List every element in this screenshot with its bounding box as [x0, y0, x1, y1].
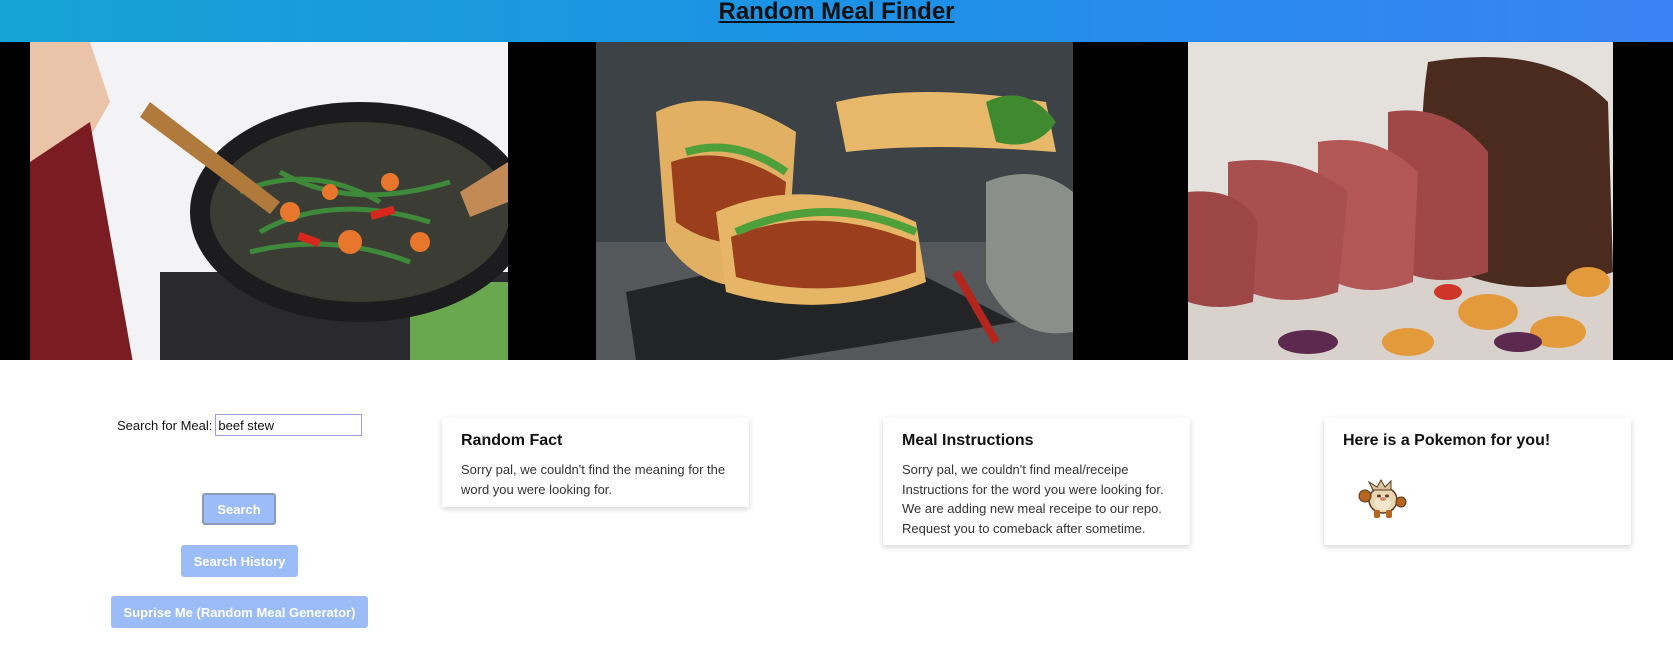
pokemon-sprite-icon	[1353, 472, 1409, 522]
stir-fry-wok-photo	[30, 42, 508, 360]
search-history-button[interactable]: Search History	[181, 545, 298, 577]
search-input[interactable]	[215, 414, 363, 436]
random-fact-title: Random Fact	[461, 432, 563, 449]
search-panel: Search for Meal: Search Search History S…	[0, 360, 420, 645]
search-button[interactable]: Search	[202, 493, 276, 525]
meal-instructions-body: Sorry pal, we couldn't find meal/receipe…	[902, 462, 1164, 536]
search-label: Search for Meal:	[117, 417, 213, 433]
surprise-me-button[interactable]: Suprise Me (Random Meal Generator)	[111, 596, 368, 628]
meal-instructions-title: Meal Instructions	[902, 432, 1034, 449]
hero-banner	[0, 42, 1673, 360]
pokemon-card-title: Here is a Pokemon for you!	[1343, 432, 1551, 449]
search-row: Search for Meal:	[117, 414, 363, 436]
random-fact-card: Random Fact Sorry pal, we couldn't find …	[442, 418, 749, 507]
roast-beef-photo	[1188, 42, 1613, 360]
random-fact-body: Sorry pal, we couldn't find the meaning …	[461, 462, 726, 497]
page-title: Random Meal Finder	[718, 0, 955, 25]
app-header: Random Meal Finder	[0, 0, 1673, 42]
banh-mi-sandwich-photo	[596, 42, 1073, 360]
meal-instructions-card: Meal Instructions Sorry pal, we couldn't…	[883, 418, 1190, 545]
pokemon-card: Here is a Pokemon for you!	[1324, 418, 1631, 545]
